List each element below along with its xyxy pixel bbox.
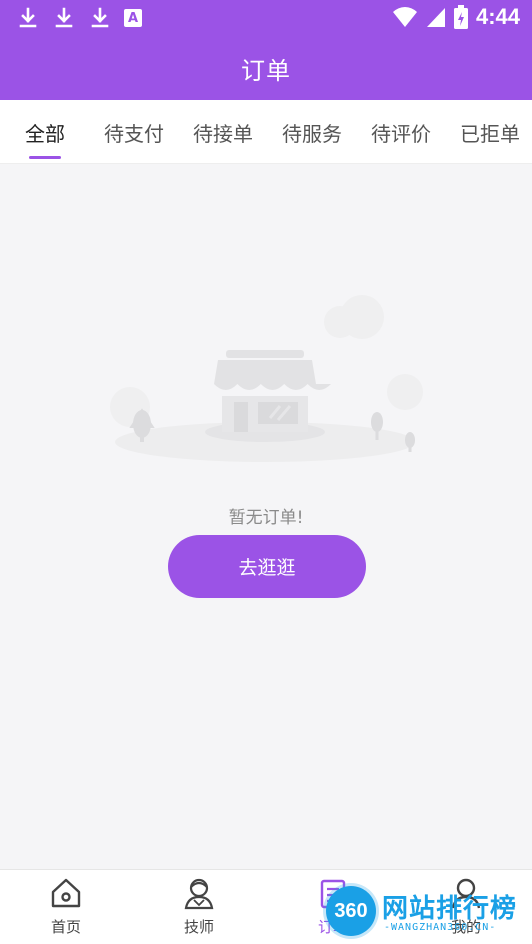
watermark-logo: 360 xyxy=(326,886,376,936)
technician-icon xyxy=(184,878,214,910)
nav-home-label: 首页 xyxy=(50,918,81,936)
nav-home[interactable]: 首页 xyxy=(21,876,111,937)
status-time: 4:44 xyxy=(475,4,520,29)
tab-all[interactable]: 全部 xyxy=(25,118,65,147)
tab-pending-review[interactable]: 待评价 xyxy=(371,118,431,147)
watermark-subtitle: -WANGZHAN360.CN- xyxy=(384,922,497,933)
status-bar-system: 4:44 xyxy=(392,4,520,30)
tab-active-indicator xyxy=(29,156,61,159)
tab-pending-payment[interactable]: 待支付 xyxy=(104,118,164,147)
battery-charging-icon xyxy=(453,5,468,29)
wifi-icon xyxy=(392,7,417,27)
download-icon xyxy=(55,7,73,28)
empty-store-icon xyxy=(110,295,423,462)
tab-rejected[interactable]: 已拒单 xyxy=(460,118,520,147)
home-icon xyxy=(51,878,81,908)
tab-pending-service[interactable]: 待服务 xyxy=(282,118,342,147)
nav-technician[interactable]: 技师 xyxy=(154,876,244,937)
page-title: 订单 xyxy=(241,56,291,85)
status-bar-notifications: A xyxy=(16,6,142,30)
tab-pending-accept[interactable]: 待接单 xyxy=(193,118,253,147)
status-bar: A 4:44 xyxy=(0,0,532,36)
a-icon: A xyxy=(124,9,142,27)
download-icon xyxy=(19,7,37,28)
header: 订单 xyxy=(0,36,532,100)
empty-message: 暂无订单! xyxy=(228,508,304,528)
watermark-title: 网站排行榜 xyxy=(382,894,518,924)
download-icon xyxy=(91,7,109,28)
order-tabs: 全部 待支付 待接单 待服务 待评价 已拒单 xyxy=(0,100,532,164)
go-shopping-button[interactable]: 去逛逛 xyxy=(168,535,366,598)
signal-icon xyxy=(426,8,445,27)
nav-technician-label: 技师 xyxy=(183,918,214,936)
watermark-overlay: 360 网站排行榜 -WANGZHAN360.CN- xyxy=(320,880,532,944)
